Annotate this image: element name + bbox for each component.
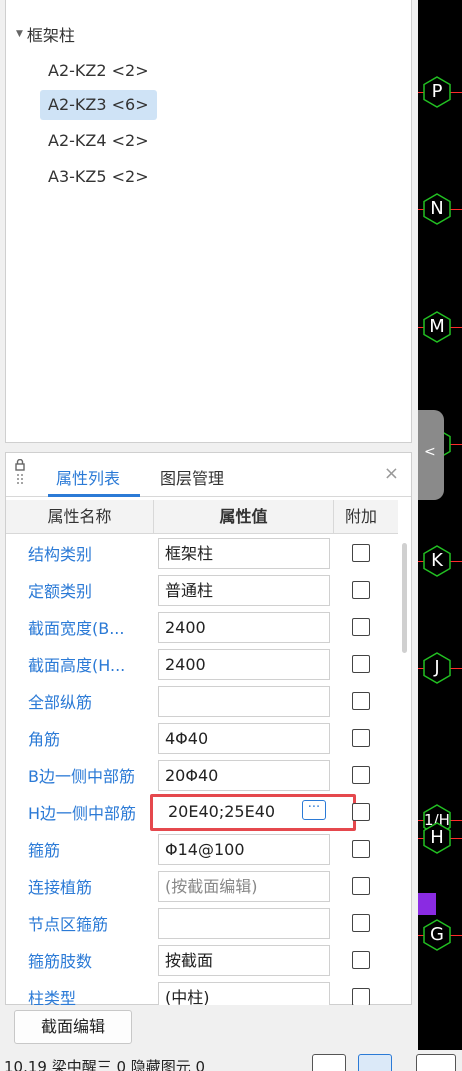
selection-marker (418, 893, 436, 915)
status-bar: 10.19 梁中醒三 0 隐藏图元 0 (0, 1050, 462, 1071)
property-value-field[interactable]: (按截面编辑) (158, 871, 330, 902)
extra-checkbox[interactable] (352, 618, 370, 636)
property-name: B边一侧中部筋 (28, 767, 135, 786)
column-header-value: 属性值 (154, 500, 334, 534)
ellipsis-button[interactable]: ··· (302, 800, 326, 820)
property-name: 连接植筋 (28, 878, 93, 897)
axis-label: G (430, 924, 444, 945)
property-value-field[interactable]: 2400 (158, 649, 330, 680)
extra-checkbox[interactable] (352, 914, 370, 932)
tab-layer-management[interactable]: 图层管理 (160, 465, 224, 489)
property-name: 全部纵筋 (28, 693, 93, 712)
panel-tabs: 属性列表 图层管理 × (6, 453, 411, 497)
property-row: 全部纵筋 (6, 683, 398, 720)
chevron-left-icon: < (424, 444, 436, 460)
axis-marker[interactable]: P (420, 75, 454, 109)
component-tree: ▼ 框架柱 A2-KZ2 <2> A2-KZ3 <6> A2-KZ4 <2> A… (5, 0, 412, 443)
extra-checkbox[interactable] (352, 877, 370, 895)
property-value-field[interactable]: 20Φ40 (158, 760, 330, 791)
property-value-field[interactable]: 普通柱 (158, 575, 330, 606)
property-value-field[interactable]: (中柱) (158, 982, 330, 1005)
active-tab-indicator (48, 494, 140, 497)
property-value-input[interactable]: 20E40;25E40 (158, 797, 298, 828)
caret-down-icon[interactable]: ▼ (16, 29, 23, 39)
property-row: 截面高度(H... 2400 (6, 646, 398, 683)
extra-checkbox[interactable] (352, 544, 370, 562)
property-row: 节点区箍筋 (6, 905, 398, 942)
axis-label: K (431, 550, 443, 571)
tree-item[interactable]: A2-KZ2 <2> (40, 56, 157, 86)
property-name: 箍筋肢数 (28, 952, 93, 971)
property-row: 连接植筋 (按截面编辑) (6, 868, 398, 905)
section-edit-button[interactable]: 截面编辑 (14, 1010, 132, 1044)
property-row: 箍筋肢数 按截面 (6, 942, 398, 979)
axis-label: H (430, 827, 444, 848)
column-header-name: 属性名称 (6, 500, 154, 534)
cross-select-icon[interactable] (416, 1054, 456, 1071)
extra-checkbox[interactable] (352, 803, 370, 821)
property-value-field[interactable]: Φ14@100 (158, 834, 330, 865)
close-icon[interactable]: × (384, 463, 399, 484)
tab-property-list[interactable]: 属性列表 (56, 465, 120, 489)
property-row: 结构类别 框架柱 (6, 535, 398, 572)
extra-checkbox[interactable] (352, 729, 370, 747)
tree-root-label: 框架柱 (26, 26, 75, 45)
property-value-field[interactable]: 2400 (158, 612, 330, 643)
axis-marker[interactable]: J (420, 651, 454, 685)
property-name: 角筋 (28, 730, 61, 749)
panel-collapse-handle[interactable]: < (418, 410, 444, 500)
extra-checkbox[interactable] (352, 988, 370, 1005)
property-row: B边一侧中部筋 20Φ40 (6, 757, 398, 794)
tree-item[interactable]: A3-KZ5 <2> (40, 162, 157, 192)
lock-icon[interactable] (14, 459, 26, 489)
tree-item-selected[interactable]: A2-KZ3 <6> (40, 90, 157, 120)
tree-root-node[interactable]: ▼ 框架柱 (16, 22, 75, 46)
axis-marker[interactable]: K (420, 544, 454, 578)
tree-item[interactable]: A2-KZ4 <2> (40, 126, 157, 156)
axis-marker[interactable]: N (420, 192, 454, 226)
left-panel: ▼ 框架柱 A2-KZ2 <2> A2-KZ3 <6> A2-KZ4 <2> A… (0, 0, 418, 1071)
app-root: ▼ 框架柱 A2-KZ2 <2> A2-KZ3 <6> A2-KZ4 <2> A… (0, 0, 462, 1071)
extra-checkbox[interactable] (352, 840, 370, 858)
axis-marker[interactable]: G (420, 918, 454, 952)
status-text: 10.19 梁中醒三 0 隐藏图元 0 (4, 1058, 206, 1071)
axis-marker[interactable]: M (420, 310, 454, 344)
axis-label: M (429, 316, 445, 337)
property-name: 柱类型 (28, 989, 77, 1005)
property-name: 定额类别 (28, 582, 93, 601)
axis-label: J (434, 657, 440, 678)
property-value-field[interactable]: 按截面 (158, 945, 330, 976)
property-value-field[interactable]: 4Φ40 (158, 723, 330, 754)
property-row: 角筋 4Φ40 (6, 720, 398, 757)
property-value-field[interactable] (158, 908, 330, 939)
extra-checkbox[interactable] (352, 692, 370, 710)
axis-label: N (430, 198, 444, 219)
property-row-highlighted: H边一侧中部筋 20E40;25E40 ··· (6, 794, 398, 831)
extra-checkbox[interactable] (352, 655, 370, 673)
property-row: 柱类型 (中柱) (6, 979, 398, 1005)
axis-label: P (431, 81, 443, 102)
extra-checkbox[interactable] (352, 766, 370, 784)
view-toggle-icon[interactable] (312, 1054, 346, 1071)
property-grid-header: 属性名称 属性值 附加 (6, 500, 398, 534)
property-value-field[interactable]: 框架柱 (158, 538, 330, 569)
property-name: 结构类别 (28, 545, 93, 564)
property-name: 截面宽度(B... (28, 619, 125, 638)
property-name: 截面高度(H... (28, 656, 126, 675)
property-name: H边一侧中部筋 (28, 804, 137, 823)
property-row: 箍筋 Φ14@100 (6, 831, 398, 868)
property-row: 截面宽度(B... 2400 (6, 609, 398, 646)
property-name: 箍筋 (28, 841, 61, 860)
scrollbar-thumb[interactable] (402, 543, 407, 653)
property-row: 定额类别 普通柱 (6, 572, 398, 609)
property-rows: 结构类别 框架柱 定额类别 普通柱 截面宽度(B... 2400 截面高度(H.… (6, 535, 398, 1005)
column-header-extra: 附加 (344, 507, 377, 526)
extra-checkbox[interactable] (352, 951, 370, 969)
property-value-field[interactable] (158, 686, 330, 717)
axis-marker[interactable]: H (420, 821, 454, 855)
property-panel: 属性列表 图层管理 × 属性名称 属性值 附加 结构类别 框架柱 定额类别 普通… (5, 452, 412, 1005)
property-name: 节点区箍筋 (28, 915, 109, 934)
window-select-icon[interactable] (358, 1054, 392, 1071)
extra-checkbox[interactable] (352, 581, 370, 599)
